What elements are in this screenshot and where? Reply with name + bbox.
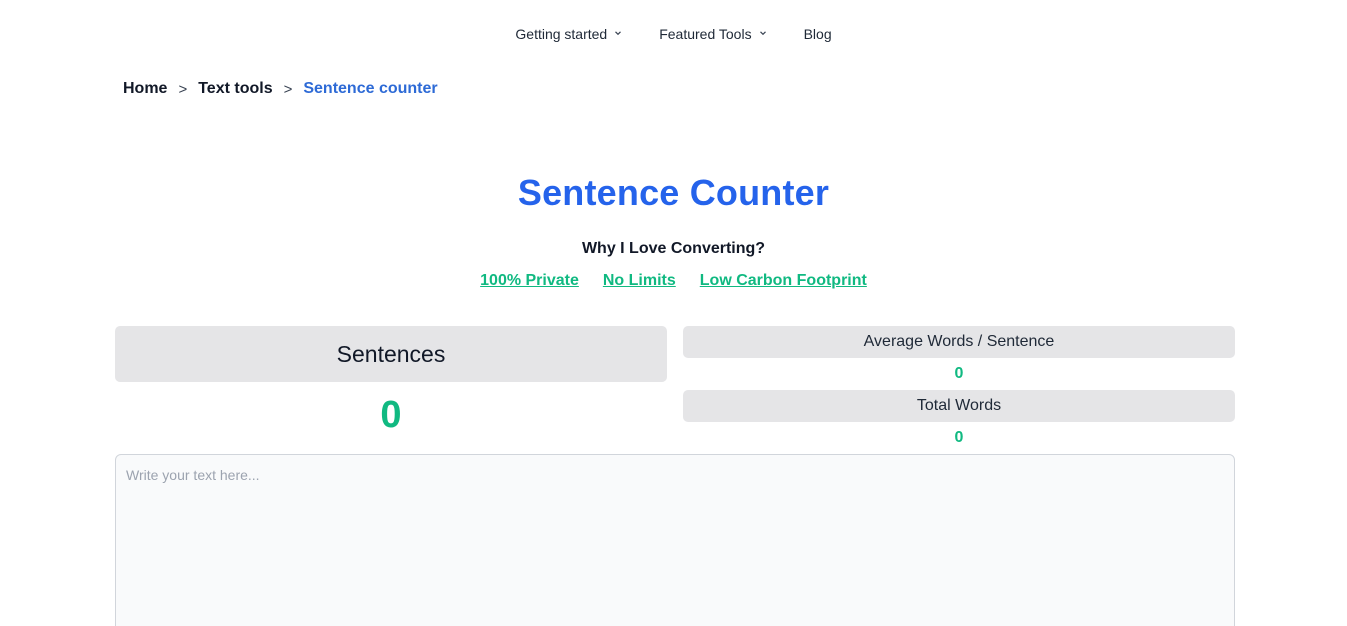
breadcrumb-home[interactable]: Home (123, 80, 167, 98)
breadcrumb-text-tools[interactable]: Text tools (198, 80, 272, 98)
top-nav: Getting started Featured Tools Blog (0, 24, 1347, 44)
avg-words-value: 0 (954, 365, 964, 382)
feature-link-private[interactable]: 100% Private (480, 272, 579, 290)
breadcrumb-current[interactable]: Sentence counter (303, 80, 437, 98)
total-words-label: Total Words (683, 390, 1235, 422)
sentences-label: Sentences (115, 326, 667, 382)
nav-label: Featured Tools (659, 26, 752, 42)
page: Getting started Featured Tools Blog Home… (0, 0, 1347, 626)
nav-getting-started[interactable]: Getting started (515, 24, 623, 44)
breadcrumb-separator: > (178, 80, 188, 98)
feature-link-no-limits[interactable]: No Limits (603, 272, 676, 290)
page-title: Sentence Counter (517, 172, 830, 213)
page-subtitle: Why I Love Converting? (581, 240, 766, 257)
breadcrumb: Home > Text tools > Sentence counter (123, 80, 438, 98)
sentences-count: 0 (380, 394, 402, 436)
avg-words-label: Average Words / Sentence (683, 326, 1235, 358)
nav-blog[interactable]: Blog (804, 24, 832, 44)
total-words-value: 0 (954, 429, 964, 446)
nav-label: Getting started (515, 26, 608, 42)
breadcrumb-separator: > (283, 80, 293, 98)
nav-featured-tools[interactable]: Featured Tools (659, 24, 767, 44)
text-input[interactable] (115, 454, 1235, 626)
chevron-down-icon (613, 28, 623, 38)
nav-label: Blog (803, 26, 832, 42)
feature-links: 100% Private No Limits Low Carbon Footpr… (0, 272, 1347, 290)
feature-link-low-carbon[interactable]: Low Carbon Footprint (700, 272, 867, 290)
chevron-down-icon (758, 28, 768, 38)
